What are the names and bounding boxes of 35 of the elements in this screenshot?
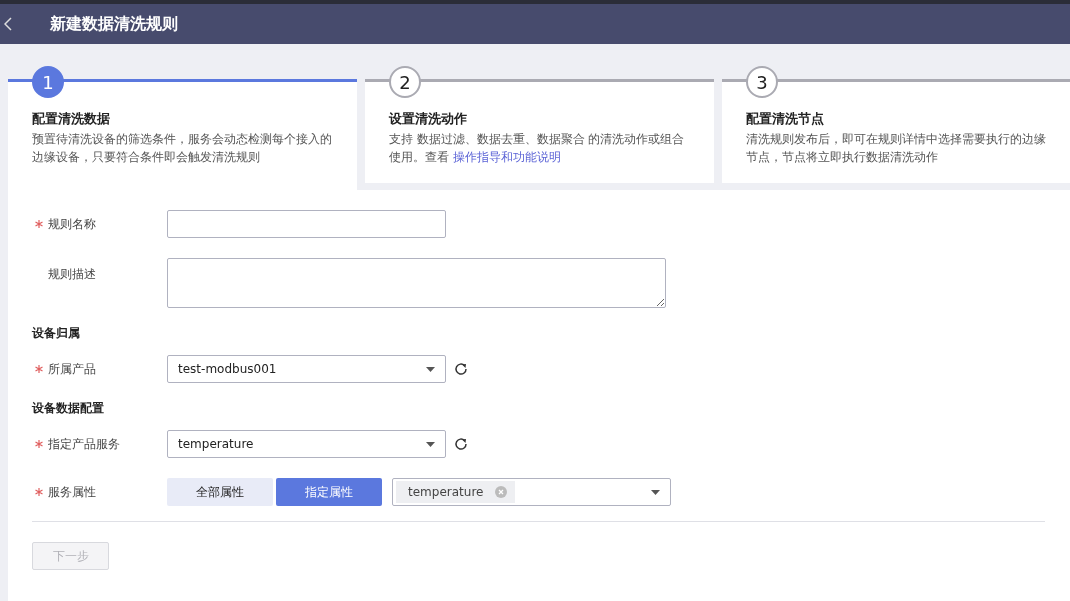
step-description: 预置待清洗设备的筛选条件，服务会动态检测每个接入的边缘设备，只要符合条件即会触发清洗规则 xyxy=(32,131,333,166)
section-heading: 设备归属 xyxy=(32,326,81,341)
step-number: 1 xyxy=(32,66,64,98)
multi-select-field[interactable]: temperature xyxy=(392,478,671,506)
step-title: 配置清洗节点 xyxy=(746,110,825,128)
tag-label: temperature xyxy=(408,485,484,499)
page-title: 新建数据清洗规则 xyxy=(50,13,178,35)
step-card[interactable]: 2 设置清洗动作 支持 数据过滤、数据去重、数据聚合 的清洗动作或组合使用。查看 操作指导和功能说明 xyxy=(365,66,714,183)
refresh-icon[interactable] xyxy=(454,437,468,451)
segment-tab[interactable]: 指定属性 xyxy=(276,478,382,506)
segment-tab[interactable]: 全部属性 xyxy=(167,478,273,506)
field-label: 规则描述 xyxy=(48,266,96,283)
caret-icon xyxy=(651,489,660,495)
section-heading: 设备数据配置 xyxy=(32,401,105,416)
select-field[interactable]: test-modbus001 xyxy=(167,355,446,383)
field-label: 规则名称 xyxy=(48,215,96,233)
step-number: 3 xyxy=(746,66,778,98)
input-field[interactable] xyxy=(167,210,446,238)
caret-icon xyxy=(426,441,435,447)
step-card[interactable]: 1 配置清洗数据 预置待清洗设备的筛选条件，服务会动态检测每个接入的边缘设备，只要符合条件即会触发清洗规则 xyxy=(8,66,357,190)
step-card[interactable]: 3 配置清洗节点 清洗规则发布后，即可在规则详情中选择需要执行的边缘节点，节点将立即执行数据清洗动作 xyxy=(722,66,1070,183)
field-label: 所属产品 xyxy=(48,360,96,378)
textarea-field[interactable] xyxy=(167,258,666,308)
step-title: 配置清洗数据 xyxy=(32,110,111,128)
select-field[interactable]: temperature xyxy=(167,430,446,458)
back-icon[interactable] xyxy=(4,17,12,31)
step-description: 清洗规则发布后，即可在规则详情中选择需要执行的边缘节点，节点将立即执行数据清洗动作 xyxy=(746,131,1047,166)
caret-icon xyxy=(426,366,435,372)
refresh-icon[interactable] xyxy=(454,362,468,376)
field-label: 服务属性 xyxy=(48,483,96,501)
field-label: 指定产品服务 xyxy=(48,435,120,453)
guide-link[interactable]: 操作指导和功能说明 xyxy=(452,150,561,164)
step-number: 2 xyxy=(389,66,421,98)
step-description: 支持 数据过滤、数据去重、数据聚合 的清洗动作或组合使用。查看 操作指导和功能说明 xyxy=(389,131,686,166)
step-title: 设置清洗动作 xyxy=(389,110,468,128)
